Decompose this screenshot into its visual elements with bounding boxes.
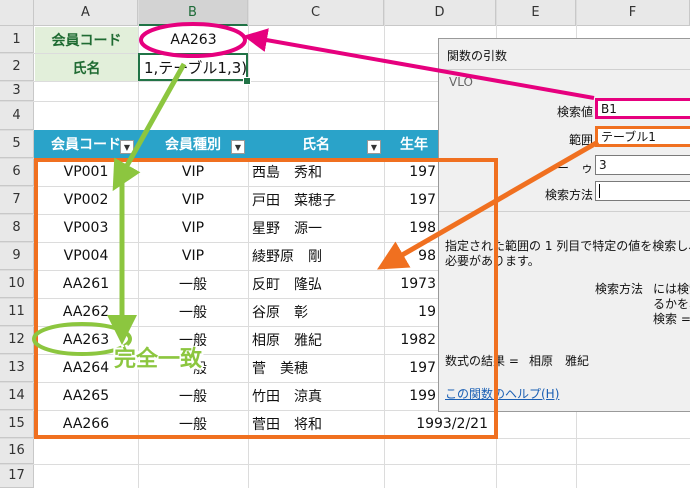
annotation-overlay: [32, 22, 600, 439]
highlight-ellipse-lookup-value: [139, 22, 247, 58]
exact-match-callout: 完全一致: [114, 347, 203, 372]
arrow-lookup-value: [243, 28, 595, 100]
highlight-range-border: [34, 158, 498, 439]
